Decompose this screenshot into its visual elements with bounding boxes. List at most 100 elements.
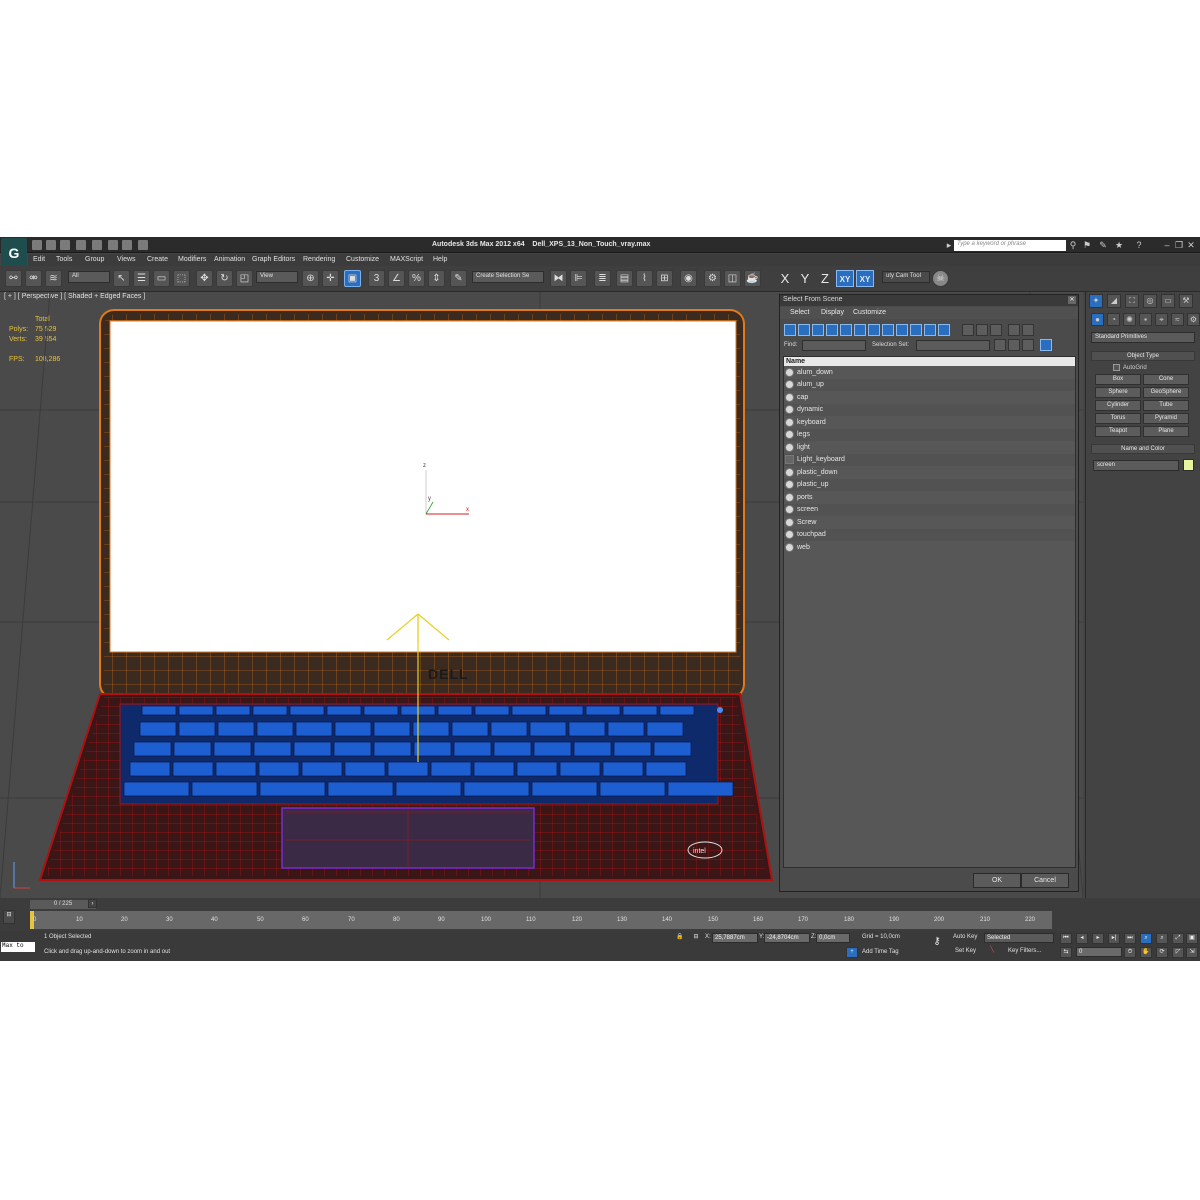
go-to-end-icon[interactable]: ⏭	[1124, 933, 1136, 944]
menu-create[interactable]: Create	[147, 256, 168, 263]
spinner-snap-icon[interactable]: ⇕	[428, 270, 445, 287]
menu-views[interactable]: Views	[117, 256, 136, 263]
help-icon[interactable]: ?	[1134, 240, 1144, 250]
project-folder-icon[interactable]	[138, 240, 148, 250]
list-item[interactable]: keyboard	[784, 417, 1075, 429]
shapes-category-icon[interactable]: ◔	[1107, 313, 1120, 326]
list-item[interactable]: web	[784, 542, 1075, 554]
reference-coordinate-dropdown[interactable]: View	[256, 271, 298, 283]
select-rotate-icon[interactable]: ↻	[216, 270, 233, 287]
display-none-icon[interactable]	[976, 324, 988, 336]
modify-tab-icon[interactable]: ◢	[1107, 294, 1121, 308]
name-and-color-rollout[interactable]: Name and Color	[1091, 444, 1195, 454]
geometry-category-icon[interactable]: ●	[1091, 313, 1104, 326]
list-item[interactable]: plastic_down	[784, 467, 1075, 479]
binoculars-icon[interactable]: ⚲	[1068, 240, 1078, 250]
create-tab-icon[interactable]: ✦	[1089, 294, 1103, 308]
edit-named-selection-icon[interactable]: ✎	[450, 270, 467, 287]
new-file-icon[interactable]	[32, 240, 42, 250]
dialog-menu-customize[interactable]: Customize	[853, 309, 886, 316]
systems-category-icon[interactable]: ⚙	[1187, 313, 1200, 326]
previous-frame-icon[interactable]: ◂	[1076, 933, 1088, 944]
orbit-icon[interactable]: ⟳	[1156, 947, 1168, 958]
bind-space-warp-icon[interactable]: ≋	[45, 270, 62, 287]
rendered-frame-window-icon[interactable]: ◫	[724, 270, 741, 287]
display-xrefs-icon[interactable]	[882, 324, 894, 336]
mirror-icon[interactable]: ⧓	[550, 270, 567, 287]
display-frozen-icon[interactable]	[924, 324, 936, 336]
time-tag-icon[interactable]: +	[846, 947, 858, 958]
menu-tools[interactable]: Tools	[56, 256, 72, 263]
named-selection-set-dropdown[interactable]: Create Selection Se	[472, 271, 544, 283]
list-item[interactable]: ports	[784, 492, 1075, 504]
dialog-menu-display[interactable]: Display	[821, 309, 844, 316]
pivot-center-icon[interactable]: ⊕	[302, 270, 319, 287]
axis-xy-button[interactable]: XY	[836, 270, 854, 287]
communication-center-icon[interactable]: ⚑	[1082, 240, 1092, 250]
teapot-button[interactable]: Teapot	[1095, 426, 1141, 437]
auto-key-button[interactable]: Auto Key	[953, 934, 977, 940]
search-input[interactable]: Type a keyword or phrase	[954, 240, 1066, 251]
add-time-tag[interactable]: Add Time Tag	[862, 949, 899, 955]
time-ruler[interactable]: 0 10 20 30 40 50 60 70 80 90 100 110 120…	[30, 911, 1052, 929]
dialog-title[interactable]: Select From Scene	[780, 295, 1078, 306]
y-coord-field[interactable]: -24,8704cm	[764, 933, 810, 943]
select-scale-icon[interactable]: ◰	[236, 270, 253, 287]
tube-button[interactable]: Tube	[1143, 400, 1189, 411]
pyramid-button[interactable]: Pyramid	[1143, 413, 1189, 424]
display-containers-icon[interactable]	[910, 324, 922, 336]
filter-icon[interactable]	[1008, 324, 1020, 336]
display-cameras-icon[interactable]	[826, 324, 838, 336]
menu-group[interactable]: Group	[85, 256, 104, 263]
list-item[interactable]: light	[784, 442, 1075, 454]
filter-clear-icon[interactable]	[1022, 324, 1034, 336]
key-filters-button[interactable]: Key Filters...	[1008, 948, 1041, 954]
window-crossing-icon[interactable]: ⬚	[173, 270, 190, 287]
list-item[interactable]: Light_keyboard	[784, 454, 1075, 466]
z-coord-field[interactable]: 0,0cm	[816, 933, 850, 943]
time-slider[interactable]: 0 / 225	[30, 900, 96, 909]
object-name-field[interactable]: screen	[1093, 460, 1179, 471]
go-to-start-icon[interactable]: ⏮	[1060, 933, 1072, 944]
set-key-button[interactable]: Set Key	[955, 948, 976, 954]
display-invert-icon[interactable]	[990, 324, 1002, 336]
next-frame-icon[interactable]: ▸|	[1108, 933, 1120, 944]
material-editor-icon[interactable]: ◉	[680, 270, 697, 287]
key-icon[interactable]: ⚷	[928, 937, 946, 953]
time-slider-next-icon[interactable]: ›	[88, 899, 97, 908]
menu-edit[interactable]: Edit	[33, 256, 45, 263]
x-coord-field[interactable]: 25,7887cm	[712, 933, 758, 943]
menu-graph-editors[interactable]: Graph Editors	[252, 256, 295, 263]
select-object-icon[interactable]: ↖	[113, 270, 130, 287]
list-item[interactable]: alum_up	[784, 379, 1075, 391]
object-type-rollout[interactable]: Object Type	[1091, 351, 1195, 361]
set-key-icon[interactable]: ╲	[986, 946, 998, 957]
zoom-all-icon[interactable]: ⌕	[1156, 933, 1168, 944]
cancel-button[interactable]: Cancel	[1021, 873, 1069, 888]
key-mode-dropdown[interactable]: Selected	[984, 933, 1054, 943]
redo-icon[interactable]	[92, 240, 102, 250]
cylinder-button[interactable]: Cylinder	[1095, 400, 1141, 411]
torus-button[interactable]: Torus	[1095, 413, 1141, 424]
display-helpers-icon[interactable]	[840, 324, 852, 336]
selection-set-b-icon[interactable]	[1008, 339, 1020, 351]
selection-filter-dropdown[interactable]: All	[68, 271, 110, 283]
favorites-icon[interactable]: ★	[1114, 240, 1124, 250]
selection-set-a-icon[interactable]	[994, 339, 1006, 351]
list-item[interactable]: Screw	[784, 517, 1075, 529]
list-item[interactable]: touchpad	[784, 529, 1075, 541]
axis-x-button[interactable]: X	[776, 270, 794, 287]
current-frame-field[interactable]: 0	[1076, 947, 1122, 957]
curve-editor-icon[interactable]: ⌇	[636, 270, 653, 287]
geosphere-button[interactable]: GeoSphere	[1143, 387, 1189, 398]
restore-icon[interactable]: ❐	[1174, 240, 1184, 250]
fetch-icon[interactable]	[122, 240, 132, 250]
cameras-category-icon[interactable]: ▪	[1139, 313, 1152, 326]
close-icon[interactable]: ✕	[1186, 240, 1196, 250]
display-lights-icon[interactable]	[812, 324, 824, 336]
axis-xy-cycle-button[interactable]: XY	[856, 270, 874, 287]
play-icon[interactable]: ▸	[1092, 933, 1104, 944]
save-file-icon[interactable]	[60, 240, 70, 250]
axis-y-button[interactable]: Y	[796, 270, 814, 287]
axis-z-button[interactable]: Z	[816, 270, 834, 287]
